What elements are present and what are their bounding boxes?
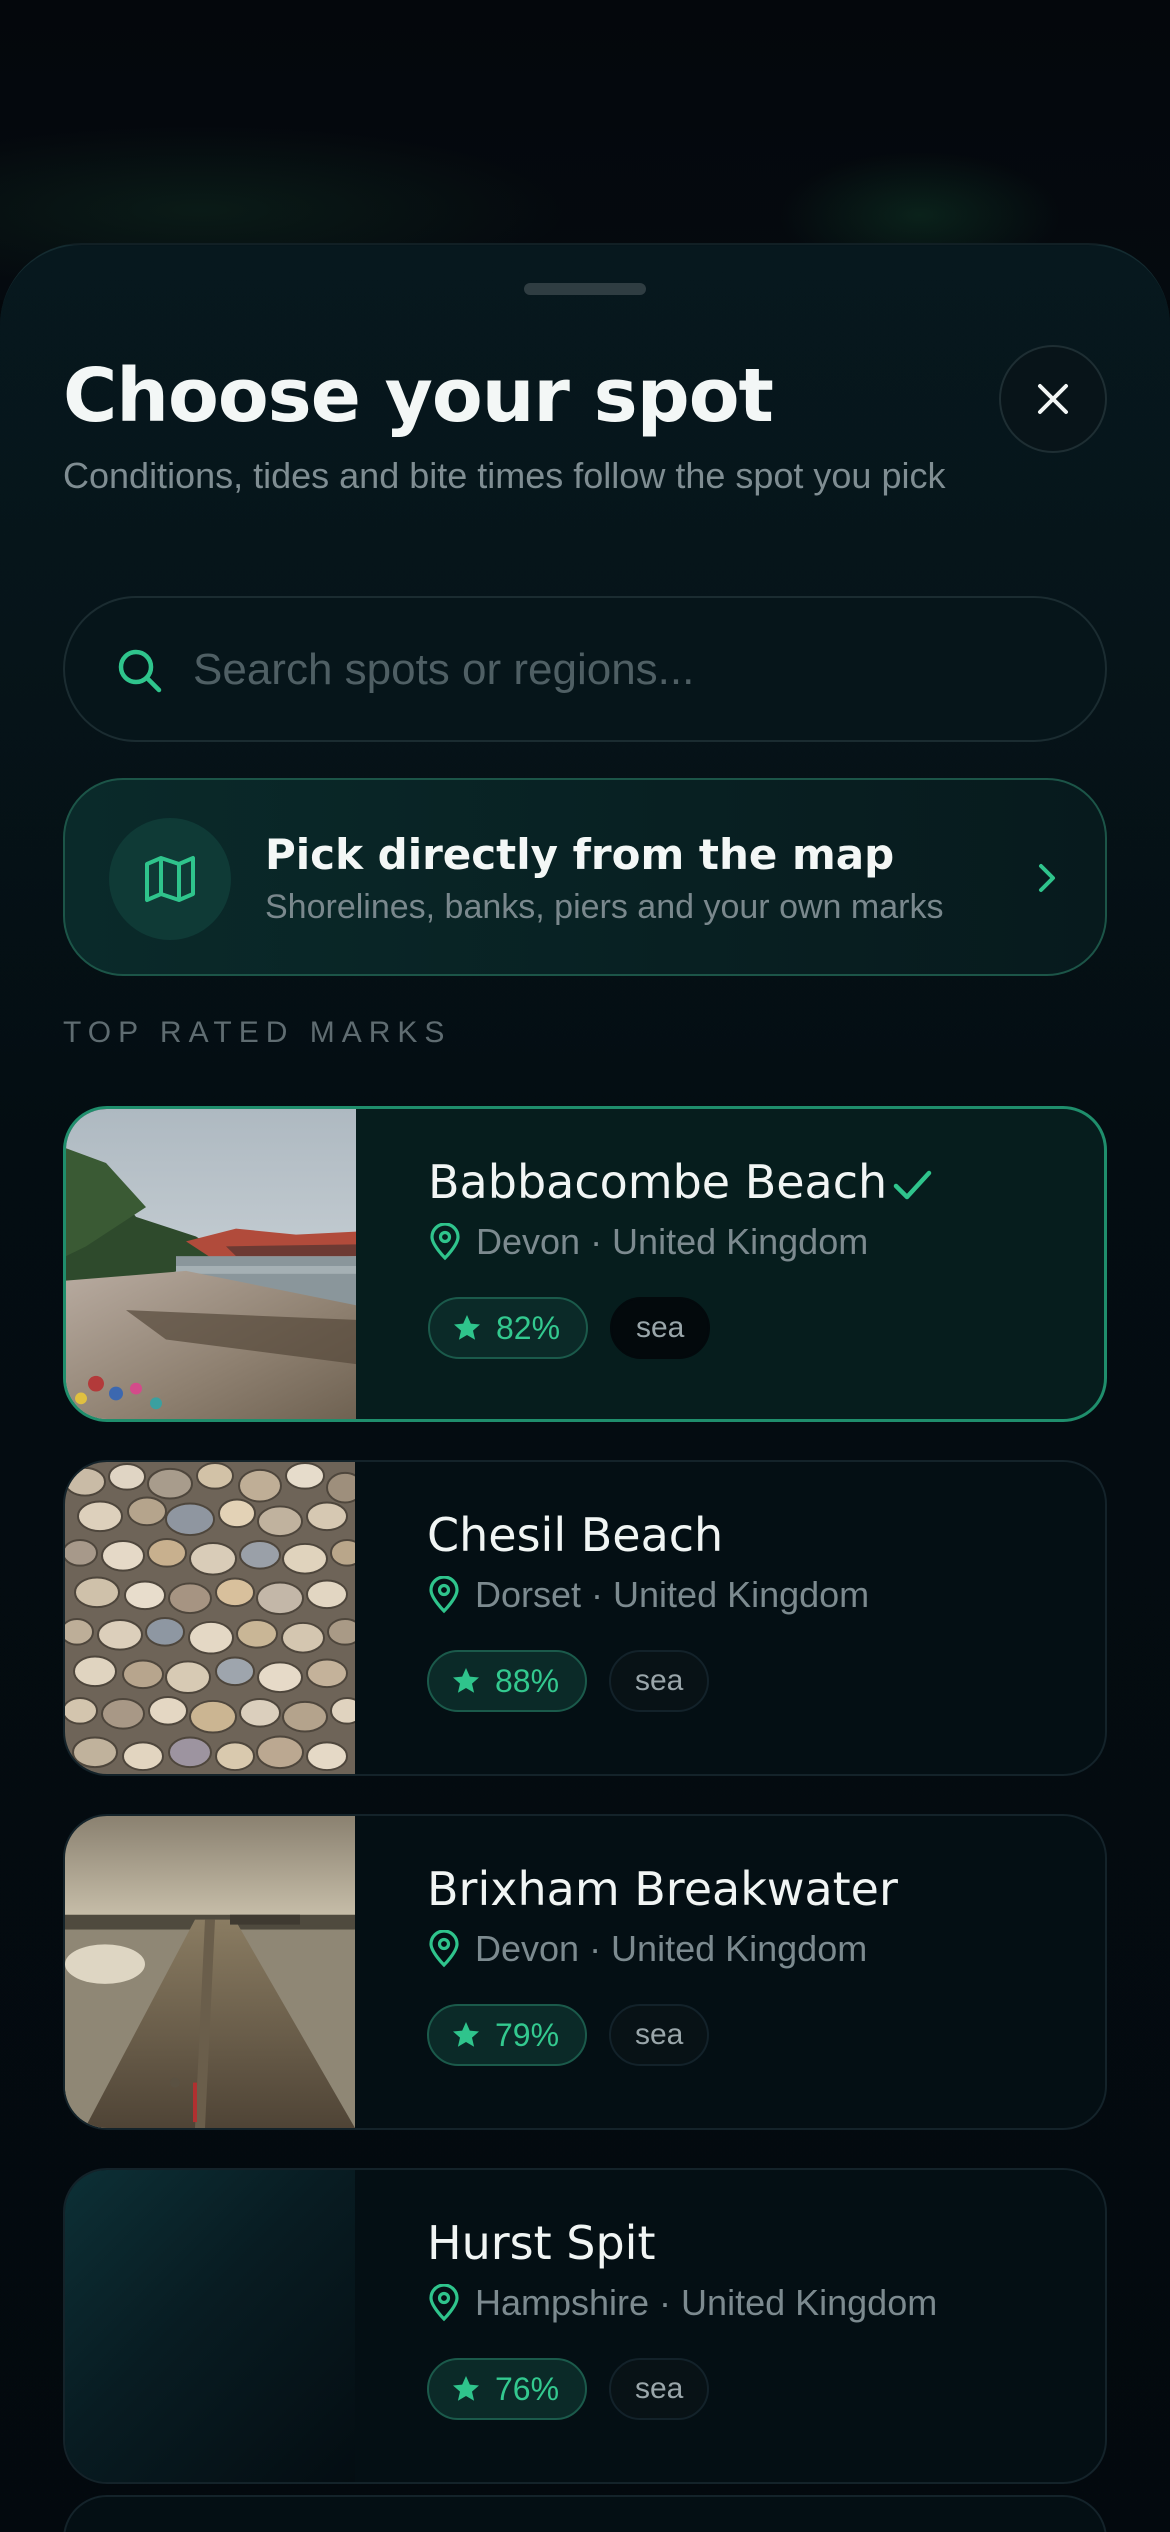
spot-photo: [65, 1816, 355, 2128]
sheet-title: Choose your spot: [63, 353, 774, 439]
spot-photo: [65, 1462, 355, 1774]
rating-value: 79%: [495, 2016, 560, 2053]
close-button[interactable]: [999, 345, 1107, 453]
rating-badge: 82%: [428, 1297, 589, 1359]
map-icon: [145, 856, 195, 902]
rating-badge: 76%: [427, 2358, 588, 2420]
water-type-tag: sea: [610, 1297, 711, 1359]
pick-from-map-card[interactable]: Pick directly from the map Shorelines, b…: [63, 778, 1107, 976]
spot-location: Devon · United Kingdom: [428, 1221, 868, 1263]
spot-name: Brixham Breakwater: [427, 1862, 898, 1916]
star-icon: [453, 2022, 479, 2047]
search-bar[interactable]: [63, 596, 1107, 742]
spot-card-hurst-spit[interactable]: Hurst Spit Hampshire · United Kingdom 76…: [63, 2168, 1107, 2484]
chevron-right-icon: [1039, 864, 1055, 892]
close-icon: [1038, 384, 1068, 414]
spot-photo-placeholder: [65, 2170, 355, 2482]
sheet-subtitle: Conditions, tides and bite times follow …: [63, 455, 946, 496]
spot-card-partial[interactable]: [63, 2495, 1107, 2532]
spot-location: Dorset · United Kingdom: [427, 1574, 869, 1616]
spot-picker-sheet: Choose your spot Conditions, tides and b…: [0, 243, 1170, 2532]
location-pin-icon: [429, 1576, 459, 1614]
search-icon: [118, 649, 162, 693]
spot-location-text: Devon · United Kingdom: [475, 1928, 868, 1969]
rating-badge: 88%: [427, 1650, 588, 1712]
star-icon: [453, 2376, 479, 2401]
rating-value: 82%: [496, 1309, 561, 1346]
map-card-title: Pick directly from the map: [265, 830, 895, 879]
location-pin-icon: [429, 2284, 459, 2322]
spot-card-babbacombe-beach[interactable]: Babbacombe Beach Devon · United Kingdom …: [63, 1106, 1107, 1422]
spot-location-text: Devon · United Kingdom: [476, 1221, 869, 1262]
spot-location-text: Dorset · United Kingdom: [475, 1574, 870, 1615]
spot-card-brixham-breakwater[interactable]: Brixham Breakwater Devon · United Kingdo…: [63, 1814, 1107, 2130]
spot-photo: [66, 1109, 356, 1419]
water-type-tag: sea: [609, 1650, 710, 1712]
spot-name: Hurst Spit: [427, 2216, 656, 2270]
check-icon: [893, 1170, 932, 1200]
search-input[interactable]: [193, 628, 1073, 712]
water-type-tag: sea: [609, 2358, 710, 2420]
rating-value: 88%: [495, 1662, 560, 1699]
rating-badge: 79%: [427, 2004, 588, 2066]
location-pin-icon: [430, 1223, 460, 1261]
water-type-tag: sea: [609, 2004, 710, 2066]
spot-location: Hampshire · United Kingdom: [427, 2282, 937, 2324]
star-icon: [454, 1315, 480, 1340]
sheet-grabber[interactable]: [524, 283, 646, 295]
spot-name: Chesil Beach: [427, 1508, 724, 1562]
spot-location-text: Hampshire · United Kingdom: [475, 2282, 938, 2323]
spot-card-chesil-beach[interactable]: Chesil Beach Dorset · United Kingdom 88%…: [63, 1460, 1107, 1776]
map-icon-badge: [109, 818, 231, 940]
section-label-top-rated: TOP RATED MARKS: [63, 1016, 452, 1049]
map-card-subtitle: Shorelines, banks, piers and your own ma…: [265, 888, 944, 926]
spot-location: Devon · United Kingdom: [427, 1928, 867, 1970]
star-icon: [453, 1668, 479, 1693]
rating-value: 76%: [495, 2370, 560, 2407]
location-pin-icon: [429, 1930, 459, 1968]
spot-name: Babbacombe Beach: [428, 1155, 888, 1209]
